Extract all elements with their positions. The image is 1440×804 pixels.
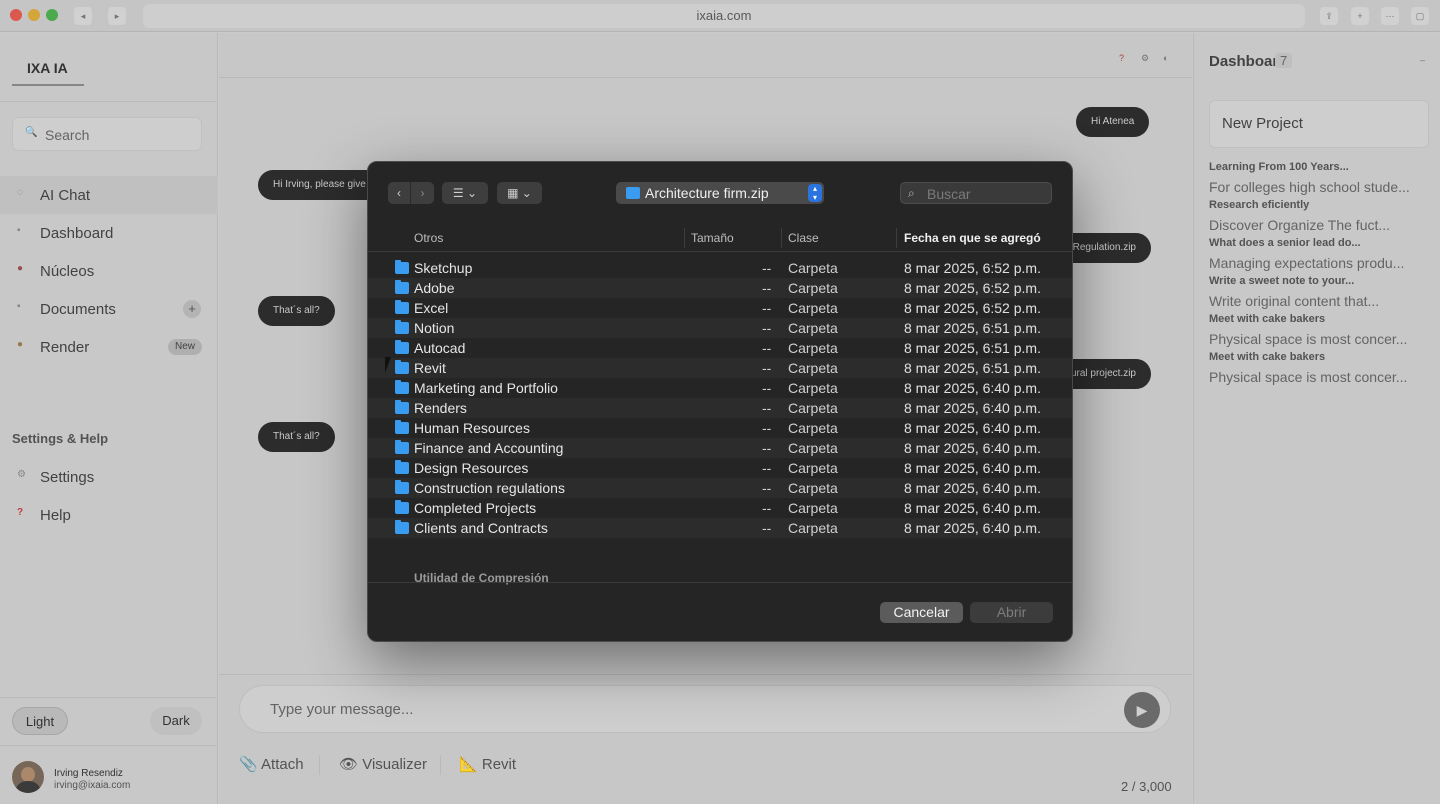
column-date[interactable]: Fecha en que se agregó xyxy=(904,231,1041,245)
search-placeholder: Buscar xyxy=(927,186,971,202)
folder-icon xyxy=(395,360,409,374)
file-row[interactable]: Revit -- Carpeta 8 mar 2025, 6:51 p.m. xyxy=(368,358,1072,378)
dialog-toolbar: ‹ › ☰ ⌄ ▦ ⌄ Architecture firm.zip ▴ ▾ ⌕ B… xyxy=(368,162,1072,224)
search-icon: ⌕ xyxy=(908,186,915,200)
folder-icon xyxy=(395,440,409,454)
open-button[interactable]: Abrir xyxy=(970,602,1053,623)
forward-icon[interactable]: › xyxy=(411,182,434,204)
folder-icon xyxy=(395,320,409,334)
folder-icon xyxy=(626,187,640,199)
folder-icon xyxy=(395,500,409,514)
file-picker-dialog: ‹ › ☰ ⌄ ▦ ⌄ Architecture firm.zip ▴ ▾ ⌕ B… xyxy=(367,161,1073,642)
grid-icon: ▦ ⌄ xyxy=(507,186,532,200)
folder-icon xyxy=(395,460,409,474)
column-size[interactable]: Tamaño xyxy=(691,231,734,245)
folder-icon xyxy=(395,480,409,494)
dialog-search-input[interactable]: ⌕ Buscar xyxy=(900,182,1052,204)
column-header: Otros Tamaño Clase Fecha en que se agreg… xyxy=(368,224,1072,252)
file-row[interactable]: Adobe -- Carpeta 8 mar 2025, 6:52 p.m. xyxy=(368,278,1072,298)
divider xyxy=(368,582,1072,583)
folder-icon xyxy=(395,380,409,394)
grid-view-button[interactable]: ▦ ⌄ xyxy=(497,182,542,204)
cancel-button[interactable]: Cancelar xyxy=(880,602,963,623)
file-row[interactable]: Design Resources -- Carpeta 8 mar 2025, 6:4… xyxy=(368,458,1072,478)
file-row[interactable]: Human Resources -- Carpeta 8 mar 2025, 6:40… xyxy=(368,418,1072,438)
folder-icon xyxy=(395,280,409,294)
back-icon[interactable]: ‹ xyxy=(388,182,411,204)
location-popup[interactable]: Architecture firm.zip ▴ ▾ xyxy=(616,182,824,204)
file-row[interactable]: Completed Projects -- Carpeta 8 mar 2025, 6… xyxy=(368,498,1072,518)
file-row[interactable]: Autocad -- Carpeta 8 mar 2025, 6:51 p.m. xyxy=(368,338,1072,358)
folder-icon xyxy=(395,400,409,414)
updown-chevron-icon: ▴ ▾ xyxy=(808,184,822,202)
column-kind[interactable]: Clase xyxy=(788,231,819,245)
column-name[interactable]: Otros xyxy=(414,231,443,245)
file-row[interactable]: Construction regulations -- Carpeta 8 mar 2… xyxy=(368,478,1072,498)
file-row[interactable]: Clients and Contracts -- Carpeta 8 mar 2025… xyxy=(368,518,1072,538)
folder-icon xyxy=(395,300,409,314)
column-divider[interactable] xyxy=(896,228,897,248)
file-row[interactable]: Sketchup -- Carpeta 8 mar 2025, 6:52 p.m. xyxy=(368,258,1072,278)
file-row[interactable]: Finance and Accounting -- Carpeta 8 mar 202… xyxy=(368,438,1072,458)
folder-icon xyxy=(395,520,409,534)
nav-buttons: ‹ › xyxy=(388,182,434,204)
folder-icon xyxy=(395,340,409,354)
column-divider[interactable] xyxy=(684,228,685,248)
file-row[interactable]: Marketing and Portfolio -- Carpeta 8 mar 20… xyxy=(368,378,1072,398)
list-view-button[interactable]: ☰ ⌄ xyxy=(442,182,488,204)
location-label: Architecture firm.zip xyxy=(645,185,769,201)
mouse-cursor xyxy=(385,357,391,373)
folder-icon xyxy=(395,260,409,274)
file-row[interactable]: Renders -- Carpeta 8 mar 2025, 6:40 p.m. xyxy=(368,398,1072,418)
file-row[interactable]: Excel -- Carpeta 8 mar 2025, 6:52 p.m. xyxy=(368,298,1072,318)
list-icon: ☰ ⌄ xyxy=(452,186,478,200)
folder-icon xyxy=(395,420,409,434)
column-divider[interactable] xyxy=(781,228,782,248)
file-row[interactable]: Notion -- Carpeta 8 mar 2025, 6:51 p.m. xyxy=(368,318,1072,338)
